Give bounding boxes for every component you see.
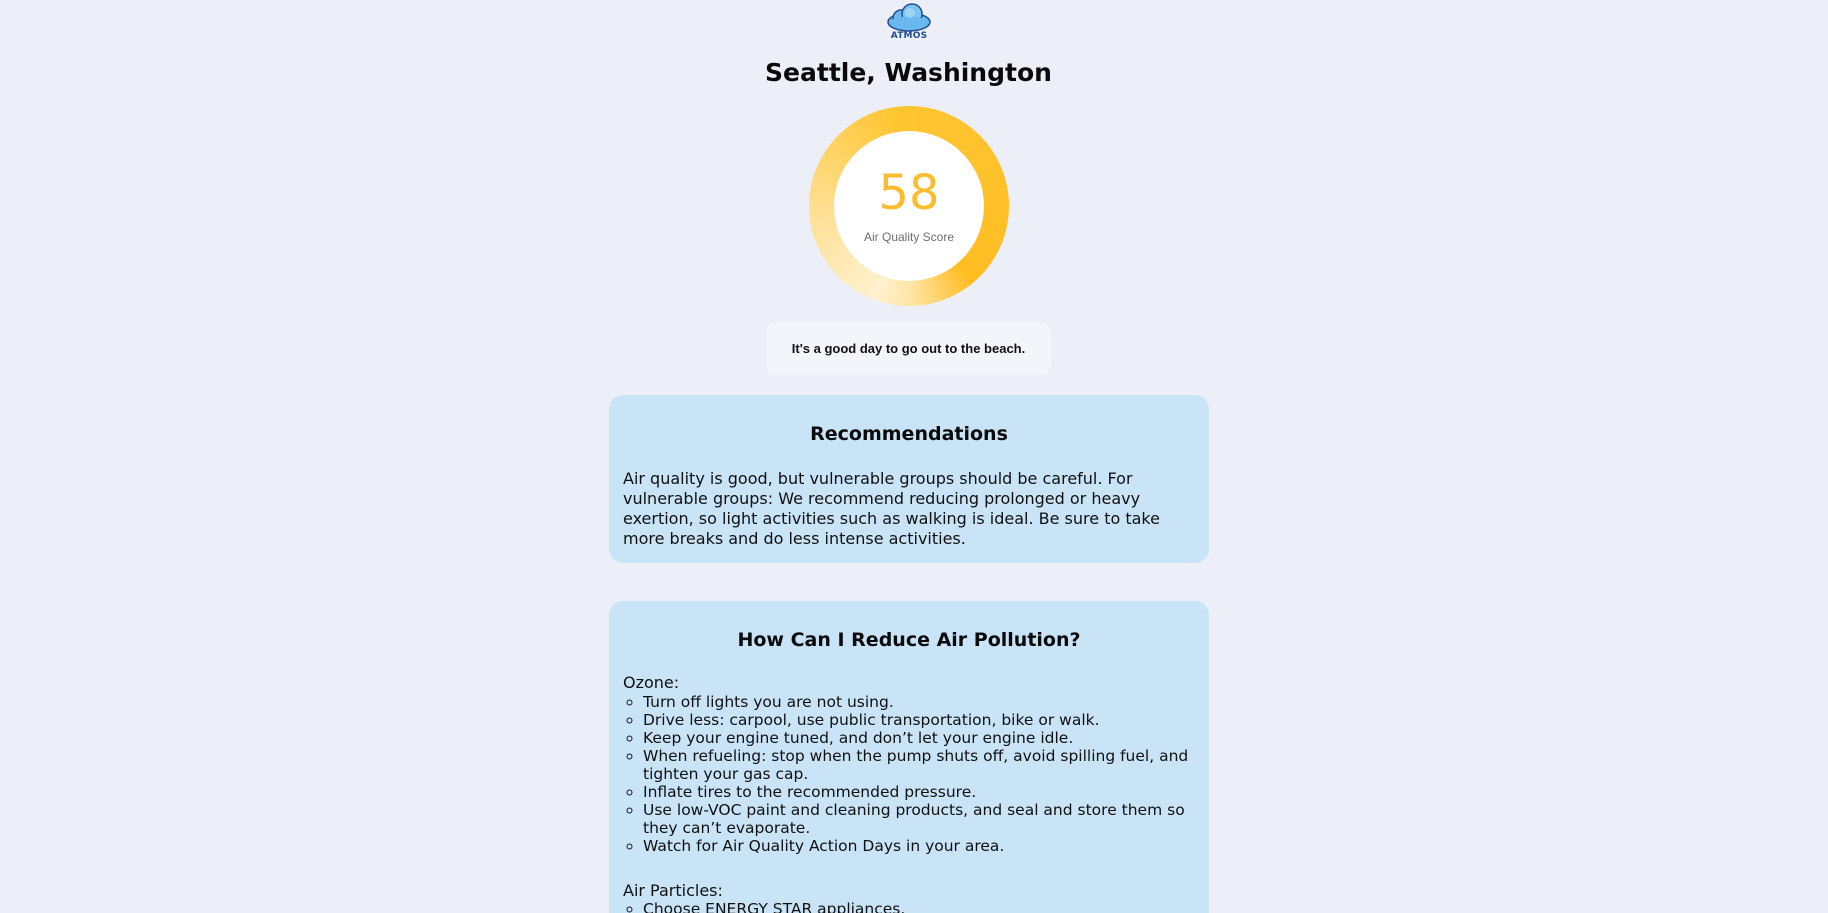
gauge-center: 58 Air Quality Score	[834, 131, 984, 281]
list-item: When refueling: stop when the pump shuts…	[643, 747, 1218, 783]
air-quality-score-label: Air Quality Score	[863, 230, 955, 244]
air-quality-gauge: 58 Air Quality Score	[809, 106, 1009, 306]
list-item: Drive less: carpool, use public transpor…	[643, 711, 1218, 729]
recommendations-card: Recommendations Air quality is good, but…	[609, 395, 1209, 563]
reduce-pollution-card: How Can I Reduce Air Pollution? Ozone: T…	[609, 601, 1209, 913]
air-particles-tips-list: Choose ENERGY STAR appliances.	[623, 900, 1218, 913]
location-title: Seattle, Washington	[765, 58, 1052, 87]
list-item: Watch for Air Quality Action Days in you…	[643, 837, 1218, 855]
recommendations-title: Recommendations	[810, 423, 1008, 445]
day-message: It's a good day to go out to the beach.	[766, 322, 1051, 375]
list-item: Choose ENERGY STAR appliances.	[643, 900, 1218, 913]
air-quality-score: 58	[878, 165, 940, 221]
recommendations-text: Air quality is good, but vulnerable grou…	[623, 469, 1160, 548]
atmos-logo[interactable]: ATMOS	[885, 2, 933, 42]
list-item: Keep your engine tuned, and don’t let yo…	[643, 729, 1218, 747]
ozone-heading: Ozone:	[623, 673, 680, 692]
list-item: Turn off lights you are not using.	[643, 693, 1218, 711]
list-item: Inflate tires to the recommended pressur…	[643, 783, 1218, 801]
list-item: Use low-VOC paint and cleaning products,…	[643, 801, 1218, 837]
logo-text: ATMOS	[890, 31, 928, 41]
reduce-pollution-title: How Can I Reduce Air Pollution?	[737, 629, 1081, 651]
ozone-tips-list: Turn off lights you are not using. Drive…	[623, 693, 1218, 855]
air-quality-page: ATMOS Seattle, Washington 58 Air Quality…	[0, 0, 1828, 913]
air-particles-heading: Air Particles:	[623, 881, 723, 900]
cloud-icon	[887, 3, 931, 32]
